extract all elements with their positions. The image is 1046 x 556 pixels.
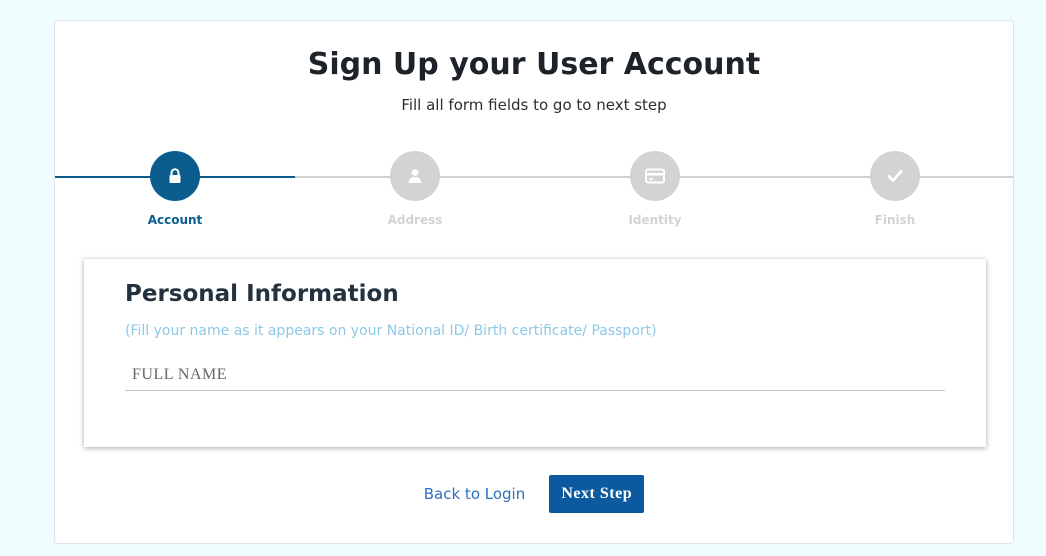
step-circle [390,151,440,201]
step-label: Identity [628,213,682,227]
next-step-button[interactable]: Next Step [549,475,645,513]
step-address[interactable]: Address [355,151,475,227]
section-title: Personal Information [125,281,399,307]
back-to-login-link[interactable]: Back to Login [424,485,525,503]
step-finish[interactable]: Finish [835,151,955,227]
step-label: Account [147,213,203,227]
check-icon [887,170,903,182]
step-circle [870,151,920,201]
step-circle [150,151,200,201]
full-name-input[interactable] [125,359,945,391]
step-label: Finish [874,213,916,227]
step-identity[interactable]: Identity [595,151,715,227]
step-label: Address [387,213,443,227]
page-subtitle: Fill all form fields to go to next step [401,96,667,114]
personal-information-panel: Personal Information (Fill your name as … [84,259,986,447]
progress-stepper: Account Address Identity Finish [55,151,1013,231]
signup-card: Sign Up your User Account Fill all form … [54,20,1014,544]
form-actions: Back to Login Next Step [55,475,1013,513]
step-circle [630,151,680,201]
credit-card-icon [645,168,665,184]
page-title: Sign Up your User Account [307,47,761,82]
lock-icon [169,168,181,183]
section-hint: (Fill your name as it appears on your Na… [125,323,657,339]
user-icon [408,169,422,183]
step-account[interactable]: Account [115,151,235,227]
